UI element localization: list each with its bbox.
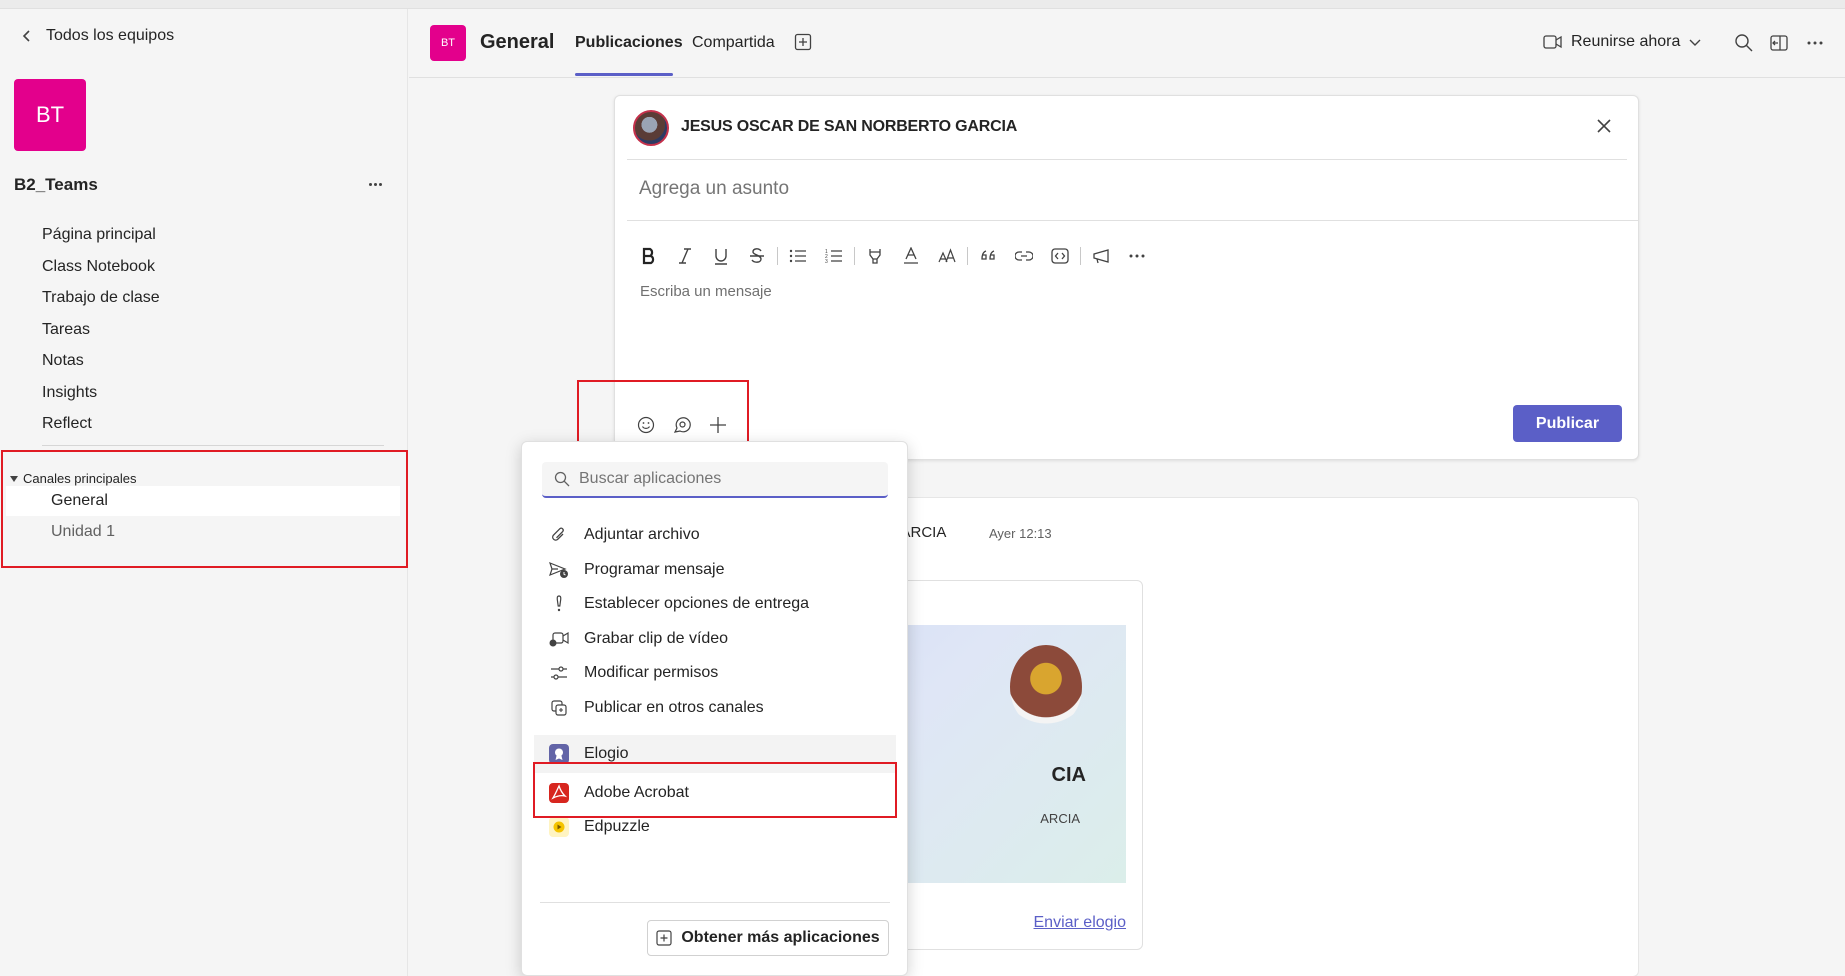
menu-item-publicar-otros-canales[interactable]: Publicar en otros canales — [534, 689, 896, 727]
praise-badge-image — [1010, 645, 1082, 729]
add-square-icon — [656, 930, 672, 946]
get-more-apps-label: Obtener más aplicaciones — [681, 929, 880, 946]
nav-item-reflect[interactable]: Reflect — [42, 408, 160, 440]
team-name[interactable]: B2_Teams — [14, 175, 98, 195]
schedule-send-icon — [548, 559, 570, 581]
video-camera-icon — [1543, 35, 1562, 49]
svg-text:3: 3 — [825, 259, 828, 264]
format-toolbar: 123 — [631, 241, 1155, 271]
back-to-teams-link[interactable]: Todos los equipos — [20, 27, 174, 45]
font-color-icon[interactable] — [893, 241, 929, 271]
announcement-icon[interactable] — [1083, 241, 1119, 271]
underline-icon[interactable] — [703, 241, 739, 271]
cross-post-icon — [548, 697, 570, 719]
tab-publicaciones[interactable]: Publicaciones — [575, 34, 683, 52]
channel-header: BT General Publicaciones Compartida Reun… — [409, 9, 1845, 78]
composer-author: JESUS OSCAR DE SAN NORBERTO GARCIA — [681, 118, 1018, 135]
menu-item-label: Modificar permisos — [584, 664, 719, 681]
app-item-label: Elogio — [584, 745, 629, 762]
quote-icon[interactable] — [970, 241, 1006, 271]
publish-button[interactable]: Publicar — [1513, 405, 1622, 442]
highlight-icon[interactable] — [857, 241, 893, 271]
messaging-extensions-popup: Adjuntar archivo Programar mensaje Estab… — [521, 441, 908, 976]
divider — [627, 220, 1639, 221]
menu-item-programar-mensaje[interactable]: Programar mensaje — [534, 551, 896, 589]
nav-item-class-notebook[interactable]: Class Notebook — [42, 251, 160, 283]
channel-title: General — [480, 31, 555, 53]
menu-item-label: Adjuntar archivo — [584, 526, 700, 543]
search-icon — [554, 471, 570, 487]
close-icon[interactable] — [1592, 114, 1616, 138]
get-more-apps-button[interactable]: Obtener más aplicaciones — [647, 920, 889, 956]
divider — [627, 159, 1627, 160]
search-apps-field[interactable] — [542, 462, 888, 498]
more-options-icon[interactable] — [1119, 241, 1155, 271]
highlight-box-elogio — [533, 762, 897, 818]
open-panel-icon[interactable] — [1769, 33, 1789, 53]
menu-item-modificar-permisos[interactable]: Modificar permisos — [534, 654, 896, 692]
team-more-options-icon[interactable] — [368, 175, 383, 186]
app-item-label: Edpuzzle — [584, 818, 650, 835]
nav-item-pagina-principal[interactable]: Página principal — [42, 219, 160, 251]
menu-item-adjuntar-archivo[interactable]: Adjuntar archivo — [534, 516, 896, 554]
new-post-composer: JESUS OSCAR DE SAN NORBERTO GARCIA 123 E… — [614, 95, 1639, 460]
team-avatar[interactable]: BT — [14, 79, 86, 151]
paperclip-icon — [548, 524, 570, 546]
channel-avatar: BT — [430, 25, 466, 61]
menu-item-label: Publicar en otros canales — [584, 699, 764, 716]
bullet-list-icon[interactable] — [780, 241, 816, 271]
meet-now-button[interactable]: Reunirse ahora — [1543, 33, 1702, 51]
nav-item-trabajo-de-clase[interactable]: Trabajo de clase — [42, 282, 160, 314]
divider — [540, 902, 890, 903]
font-size-icon[interactable] — [929, 241, 965, 271]
add-tab-icon[interactable] — [794, 33, 812, 51]
tab-compartida[interactable]: Compartida — [692, 34, 775, 52]
permissions-icon — [548, 662, 570, 684]
avatar — [633, 110, 669, 146]
numbered-list-icon[interactable]: 123 — [816, 241, 852, 271]
link-icon[interactable] — [1006, 241, 1042, 271]
code-icon[interactable] — [1042, 241, 1078, 271]
more-options-icon[interactable] — [1805, 33, 1825, 53]
chevron-down-icon — [1689, 39, 1701, 46]
bold-icon[interactable] — [631, 241, 667, 271]
post-timestamp: Ayer 12:13 — [989, 526, 1052, 541]
menu-item-grabar-clip[interactable]: Grabar clip de vídeo — [534, 620, 896, 658]
search-icon[interactable] — [1734, 33, 1754, 53]
highlight-box-channels — [1, 450, 408, 568]
menu-item-opciones-entrega[interactable]: Establecer opciones de entrega — [534, 585, 896, 623]
nav-item-insights[interactable]: Insights — [42, 377, 160, 409]
menu-item-label: Establecer opciones de entrega — [584, 595, 810, 612]
strikethrough-icon[interactable] — [739, 241, 775, 271]
exclamation-icon — [548, 593, 570, 615]
sidebar-divider — [42, 445, 384, 446]
menu-item-label: Programar mensaje — [584, 561, 725, 578]
active-tab-indicator — [575, 73, 673, 76]
team-nav: Página principal Class Notebook Trabajo … — [42, 219, 160, 440]
edpuzzle-icon — [548, 816, 570, 838]
menu-item-label: Grabar clip de vídeo — [584, 630, 729, 647]
nav-item-tareas[interactable]: Tareas — [42, 314, 160, 346]
nav-item-notas[interactable]: Notas — [42, 345, 160, 377]
search-apps-input[interactable] — [579, 470, 879, 488]
meet-now-label: Reunirse ahora — [1571, 33, 1681, 50]
subject-input[interactable] — [639, 178, 1539, 200]
back-label: Todos los equipos — [46, 27, 175, 44]
italic-icon[interactable] — [667, 241, 703, 271]
video-clip-icon — [548, 628, 570, 650]
window-top-strip — [0, 0, 1845, 9]
chevron-left-icon — [22, 30, 30, 42]
highlight-box-actions — [577, 380, 749, 444]
message-input[interactable]: Escriba un mensaje — [640, 283, 772, 300]
